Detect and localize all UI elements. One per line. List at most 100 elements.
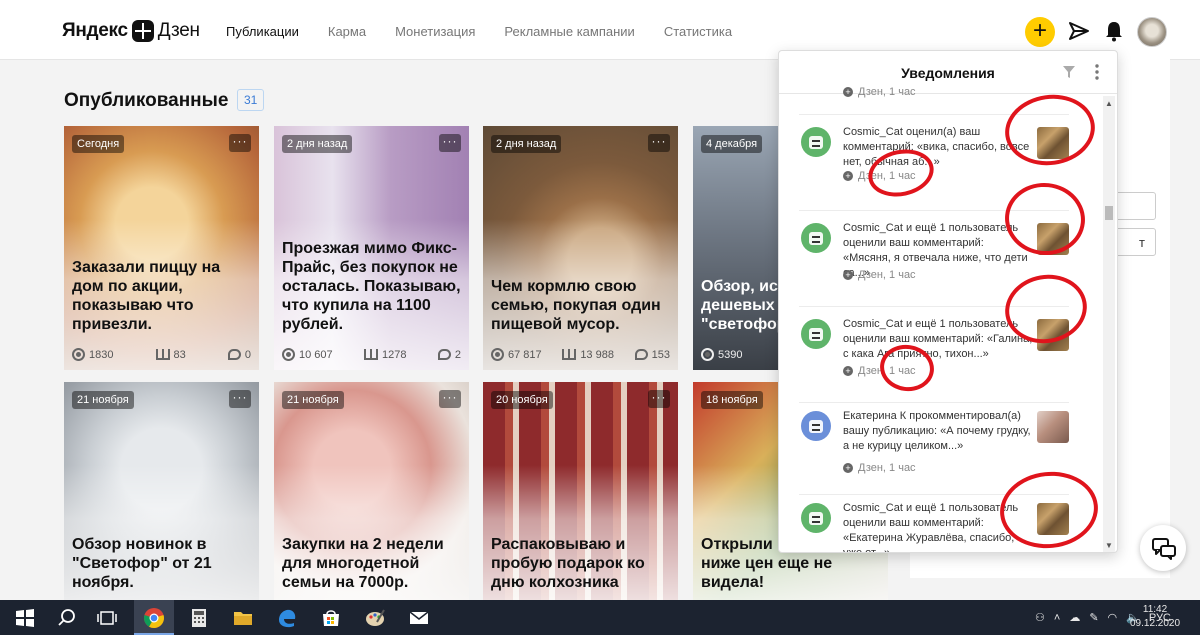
support-chat-button[interactable] [1140, 525, 1186, 571]
reads-count: 83 [173, 348, 186, 361]
nav-monetization[interactable]: Монетизация [395, 24, 475, 39]
more-icon[interactable]: ··· [648, 390, 670, 408]
nav-publications[interactable]: Публикации [226, 24, 299, 39]
card-date: 18 ноября [701, 391, 763, 409]
comments-count: 153 [651, 348, 670, 361]
zen-plus-icon: + [843, 270, 853, 280]
windows-start-icon[interactable] [14, 607, 36, 629]
zen-star-icon [131, 20, 154, 42]
edge-icon[interactable] [276, 607, 298, 629]
card-date: 20 ноября [491, 391, 553, 409]
user-avatar-icon[interactable] [801, 127, 831, 157]
send-icon[interactable] [1068, 21, 1090, 41]
cloud-icon[interactable]: ☁ [1069, 611, 1080, 624]
show-hidden-icons-chevron-icon[interactable]: ˄ [1054, 612, 1060, 624]
reads-icon [562, 349, 577, 360]
kebab-menu-icon[interactable] [1095, 63, 1099, 81]
store-icon[interactable] [320, 607, 342, 629]
publication-card[interactable]: 21 ноября ··· Закупки на 2 недели для мн… [274, 382, 469, 600]
search-icon[interactable] [56, 607, 78, 629]
task-view-icon[interactable] [96, 607, 118, 629]
card-stats: 10 607 1278 2 [282, 348, 461, 361]
windows-taskbar: ⚇ ˄ ☁ ✎ ◠ 🔈 РУС 11:42 09.12.2020 [0, 600, 1200, 635]
publication-thumbnail[interactable] [1037, 411, 1069, 443]
card-stats: 67 817 13 988 153 [491, 348, 670, 361]
comments-icon [634, 349, 648, 360]
page-title: Опубликованные [64, 90, 229, 111]
pen-icon[interactable]: ✎ [1089, 611, 1098, 624]
chrome-icon[interactable] [143, 607, 165, 629]
views-count: 5390 [718, 348, 743, 361]
network-person-icon[interactable]: ⚇ [1035, 611, 1045, 624]
user-avatar-icon[interactable] [801, 503, 831, 533]
publication-card[interactable]: 2 дня назад ··· Чем кормлю свою семью, п… [483, 126, 678, 370]
nav-ad-campaigns[interactable]: Рекламные кампании [504, 24, 634, 39]
card-date: Сегодня [72, 135, 125, 153]
user-avatar-icon[interactable] [801, 223, 831, 253]
clock-time: 11:42 [1142, 604, 1168, 615]
notification-meta: + Дзен, 1 час [843, 86, 916, 98]
views-count: 10 607 [299, 348, 333, 361]
bell-icon[interactable] [1104, 20, 1124, 42]
card-date: 2 дня назад [282, 135, 353, 153]
filter-icon[interactable] [1062, 65, 1076, 79]
reads-count: 1278 [382, 348, 407, 361]
notification-text: Cosmic_Cat и ещё 1 пользователь оценили … [843, 318, 1033, 360]
views-count: 1830 [89, 348, 114, 361]
views-icon [491, 348, 504, 361]
publication-card[interactable]: 20 ноября ··· Распаковываю и пробую пода… [483, 382, 678, 600]
comments-count: 2 [454, 348, 461, 361]
views-icon [282, 348, 295, 361]
nav-statistics[interactable]: Статистика [664, 24, 732, 39]
yandex-zen-logo[interactable]: Яндекс Дзен [62, 20, 200, 42]
card-title[interactable]: Закупки на 2 недели для многодетной семь… [282, 535, 461, 592]
publication-card[interactable]: Сегодня ··· Заказали пиццу на дом по акц… [64, 126, 259, 370]
card-title[interactable]: Проезжая мимо Фикс-Прайс, без покупок не… [282, 239, 461, 334]
card-title[interactable]: Распаковываю и пробую подарок ко дню кол… [491, 535, 670, 592]
more-icon[interactable]: ··· [648, 134, 670, 152]
clock-date: 09.12.2020 [1130, 618, 1181, 629]
more-icon[interactable]: ··· [229, 390, 251, 408]
system-clock[interactable]: 11:42 09.12.2020 [1130, 603, 1180, 631]
wifi-icon[interactable]: ◠ [1108, 611, 1118, 624]
file-explorer-icon[interactable] [232, 607, 254, 629]
card-title[interactable]: Чем кормлю свою семью, покупая один пище… [491, 277, 670, 334]
reads-count: 13 988 [580, 348, 614, 361]
card-date: 2 дня назад [491, 135, 562, 153]
notification-text: Екатерина К прокомментировал(а) вашу пуб… [843, 410, 1031, 452]
nav-karma[interactable]: Карма [328, 24, 366, 39]
notification-meta: + Дзен, 1 час [843, 269, 916, 281]
card-stats: 1830 83 0 [72, 348, 251, 361]
card-title[interactable]: Обзор новинок в "Светофор" от 21 ноября. [72, 535, 251, 592]
scroll-up-arrow-icon[interactable]: ▲ [1105, 99, 1113, 108]
scroll-down-arrow-icon[interactable]: ▼ [1105, 541, 1113, 550]
card-date: 21 ноября [282, 391, 344, 409]
comments-count: 0 [244, 348, 251, 361]
user-avatar-icon[interactable] [801, 411, 831, 441]
notification-meta: + Дзен, 1 час [843, 462, 916, 474]
calculator-icon[interactable] [188, 607, 210, 629]
notifications-scrollbar[interactable]: ▲ ▼ [1103, 96, 1115, 552]
reads-icon [364, 349, 379, 360]
logo-yandex-text: Яндекс [62, 20, 128, 41]
publications-count-badge: 31 [237, 89, 265, 111]
more-icon[interactable]: ··· [229, 134, 251, 152]
views-icon [72, 348, 85, 361]
zen-plus-icon: + [843, 87, 853, 97]
comments-icon [437, 349, 451, 360]
publication-card[interactable]: 21 ноября ··· Обзор новинок в "Светофор"… [64, 382, 259, 600]
paint-icon[interactable] [364, 607, 386, 629]
card-title[interactable]: Заказали пиццу на дом по акции, показыва… [72, 258, 251, 334]
more-icon[interactable]: ··· [439, 390, 461, 408]
user-avatar[interactable] [1137, 17, 1167, 47]
zen-plus-icon: + [843, 171, 853, 181]
card-date: 21 ноября [72, 391, 134, 409]
main-nav: Публикации Карма Монетизация Рекламные к… [226, 24, 732, 39]
user-avatar-icon[interactable] [801, 319, 831, 349]
mail-icon[interactable] [408, 607, 430, 629]
create-button[interactable]: + [1025, 17, 1055, 47]
scroll-thumb[interactable] [1105, 206, 1113, 220]
more-icon[interactable]: ··· [439, 134, 461, 152]
publication-card[interactable]: 2 дня назад ··· Проезжая мимо Фикс-Прайс… [274, 126, 469, 370]
zen-plus-icon: + [843, 366, 853, 376]
